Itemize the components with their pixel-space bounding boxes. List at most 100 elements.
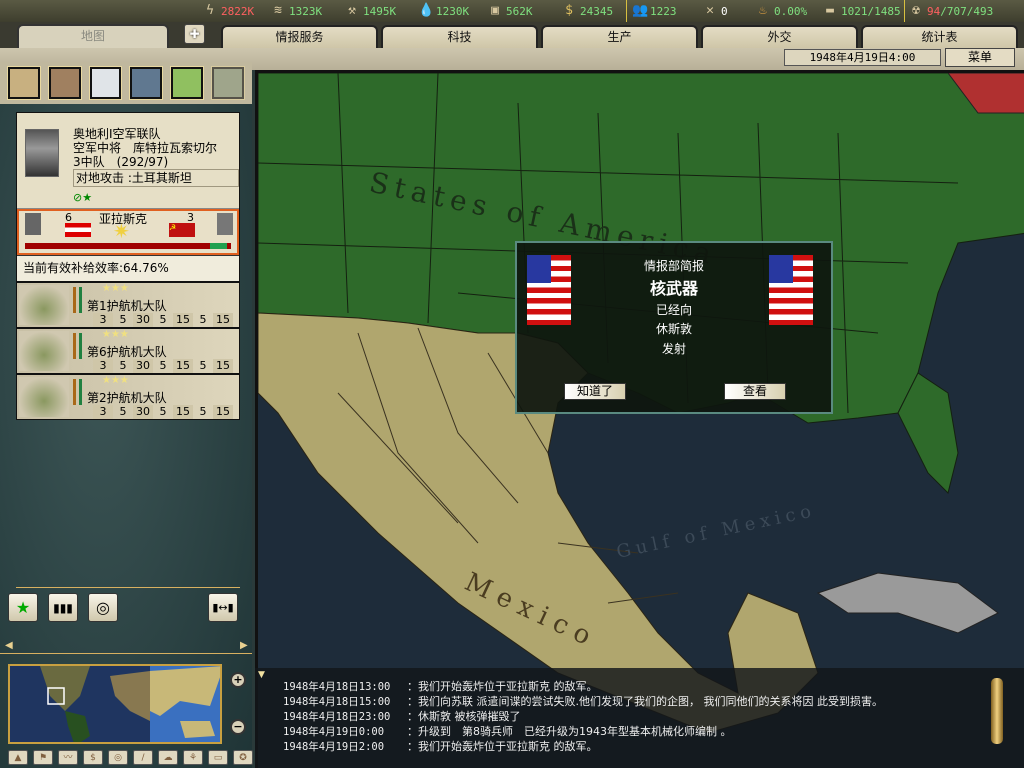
org-bar [73, 379, 76, 405]
flag-icon[interactable]: ⚑ [33, 750, 53, 765]
energy-value: 2822K [221, 4, 255, 18]
dialog-line: 休斯敦 [655, 322, 692, 336]
resource-nukes[interactable]: ☢ 94/707/493 [909, 3, 993, 19]
dissent-value: 0.00% [774, 4, 808, 18]
tab-tech[interactable]: 科技 [381, 25, 538, 48]
tab-bar: 地图 情报服务 科技 生产 外交 统计表 [0, 22, 1024, 48]
ussr-flag-icon: ☭ [169, 223, 195, 237]
resource-supplies[interactable]: ▣ 562K [488, 3, 532, 19]
reorganize-icon[interactable]: ▮▮▮ [48, 593, 78, 622]
nukes-value: /707/493 [940, 4, 994, 18]
oil-icon: 💧 [418, 3, 435, 18]
org-bar [73, 287, 76, 313]
region-icon[interactable]: 〰 [58, 750, 78, 765]
land-units-icon[interactable] [47, 66, 82, 100]
austria-flag-icon [65, 223, 91, 237]
scroll-right-icon[interactable]: ▶ [240, 640, 248, 651]
dialog-title: 核武器 [649, 279, 698, 298]
date-display: 1948年4月19日4:00 [784, 49, 941, 66]
attacker-portrait [25, 213, 41, 235]
resource-manpower[interactable]: 👥 1223 [632, 3, 677, 19]
wing-name: 第6护航机大队 [87, 345, 167, 359]
metal-value: 1323K [289, 4, 323, 18]
divider [0, 653, 252, 654]
tab-stats[interactable]: 统计表 [861, 25, 1018, 48]
nukes-icon: ☢ [912, 3, 920, 18]
battle-box[interactable]: 6 亚拉斯克 ✷ 3 ☭ [17, 209, 239, 255]
message-log: ▼ 1948年4月18日13:00 ：我们开始轰炸位于亚拉斯克 的敌军。 1948… [255, 668, 1024, 768]
money-icon[interactable]: $ [83, 750, 103, 765]
resource-transports[interactable]: ✕ 0 [703, 3, 728, 19]
wing-stats: 3 5 30 5 15 5 15 [93, 405, 233, 419]
terrain-icon[interactable]: ▲ [8, 750, 28, 765]
transfer-icon[interactable]: ▮↔▮ [208, 593, 238, 622]
alliance-icon[interactable]: ✪ [233, 750, 253, 765]
energy-icon: ϟ [206, 3, 214, 18]
divider [904, 0, 905, 22]
resource-oil[interactable]: 💧 1230K [418, 3, 469, 19]
minimap-terrain [40, 666, 220, 742]
menu-button[interactable]: 菜单 [945, 48, 1015, 67]
transports-icon: ✕ [706, 3, 714, 18]
briefcase-icon[interactable]: ▭ [208, 750, 228, 765]
resource-convoys[interactable]: ▬ 1021/1485 [823, 3, 901, 19]
convoy-value: 1021/1485 [841, 4, 901, 18]
diplomacy-icon[interactable]: ⚘ [183, 750, 203, 765]
unit-name: 奥地利I空军联队 [73, 127, 161, 141]
experience-stars: ★★★ [102, 375, 129, 386]
zoom-out-icon[interactable]: − [230, 719, 246, 735]
supply-icon[interactable]: / [133, 750, 153, 765]
tab-map[interactable]: 地图 [17, 24, 169, 48]
divider [626, 0, 627, 22]
resource-metal[interactable]: ≋ 1323K [271, 3, 322, 19]
resource-dissent[interactable]: ♨ 0.00% [756, 3, 807, 19]
wing-stats: 3 5 30 5 15 5 15 [93, 313, 233, 327]
ok-button[interactable]: 知道了 [564, 383, 626, 400]
view-button[interactable]: 查看 [724, 383, 786, 400]
star-icon[interactable]: ★ [8, 593, 38, 622]
wing-row[interactable]: ★★★ 第2护航机大队 3 5 30 5 15 5 15 [17, 373, 239, 419]
transport-icon[interactable] [211, 66, 245, 100]
collapse-log-icon[interactable]: ▼ [258, 670, 265, 680]
dialog-header: 情报部简报 [643, 259, 704, 273]
weather-icon[interactable]: ☁ [158, 750, 178, 765]
status-icons: ⊘★ [73, 191, 93, 204]
tab-diplomacy[interactable]: 外交 [701, 25, 858, 48]
resource-money[interactable]: $24345 [562, 3, 613, 19]
scroll-left-icon[interactable]: ◀ [5, 640, 13, 651]
escort-plane-icon [19, 377, 69, 417]
log-entry: 1948年4月19日0:00 ：升级到 第8骑兵师 已经升级为1943年型基本机械… [283, 725, 732, 738]
convoy-icon: ▬ [826, 3, 834, 18]
log-scrollbar[interactable] [991, 678, 1003, 744]
intel-report-dialog: 情报部简报 核武器 已经向 休斯敦 发射 知道了 查看 [515, 241, 833, 414]
tab-intel[interactable]: 情报服务 [221, 25, 378, 48]
experience-stars: ★★★ [102, 329, 129, 340]
target-icon[interactable]: ◎ [88, 593, 118, 622]
metal-icon: ≋ [274, 3, 282, 18]
zoom-in-icon[interactable]: + [230, 672, 246, 688]
log-entry: 1948年4月19日2:00 ：我们开始轰炸位于亚拉斯克 的敌军。 [283, 740, 598, 753]
org-bar [73, 333, 76, 359]
move-icon[interactable]: ✚ [184, 24, 205, 44]
combat-icon[interactable] [170, 66, 205, 100]
log-entry: 1948年4月18日15:00 ：我们向苏联 派遣间谍的尝试失败.他们发现了我们的… [283, 695, 883, 708]
mapmode-buttons: ▲ ⚑ 〰 $ ◎ / ☁ ⚘ ▭ ✪ [8, 750, 253, 765]
air-units-icon[interactable] [88, 66, 123, 100]
resource-rare[interactable]: ⚒ 1495K [345, 3, 396, 19]
manpower-value: 1223 [650, 4, 677, 18]
world-map[interactable]: States of America Gulf of Mexico Mexico [255, 70, 1024, 768]
naval-units-icon[interactable] [129, 66, 164, 100]
resource-energy[interactable]: ϟ 2822K [203, 3, 254, 19]
wing-name: 第1护航机大队 [87, 299, 167, 313]
leader-portrait[interactable] [25, 129, 59, 177]
leader-name[interactable]: 空军中将 库特拉瓦索切尔 [73, 141, 217, 155]
tab-production[interactable]: 生产 [541, 25, 698, 48]
political-map-icon[interactable] [7, 66, 41, 100]
battle-star-icon: ✷ [113, 219, 130, 243]
wing-row[interactable]: ★★★ 第6护航机大队 3 5 30 5 15 5 15 [17, 327, 239, 373]
wing-row[interactable]: ★★★ 第1护航机大队 3 5 30 5 15 5 15 [17, 281, 239, 327]
map-terrain: States of America Gulf of Mexico Mexico [258, 73, 1024, 768]
resource-icon[interactable]: ◎ [108, 750, 128, 765]
minimap[interactable] [8, 664, 222, 744]
unit-strength: 3中队 (292/97) [73, 155, 169, 169]
